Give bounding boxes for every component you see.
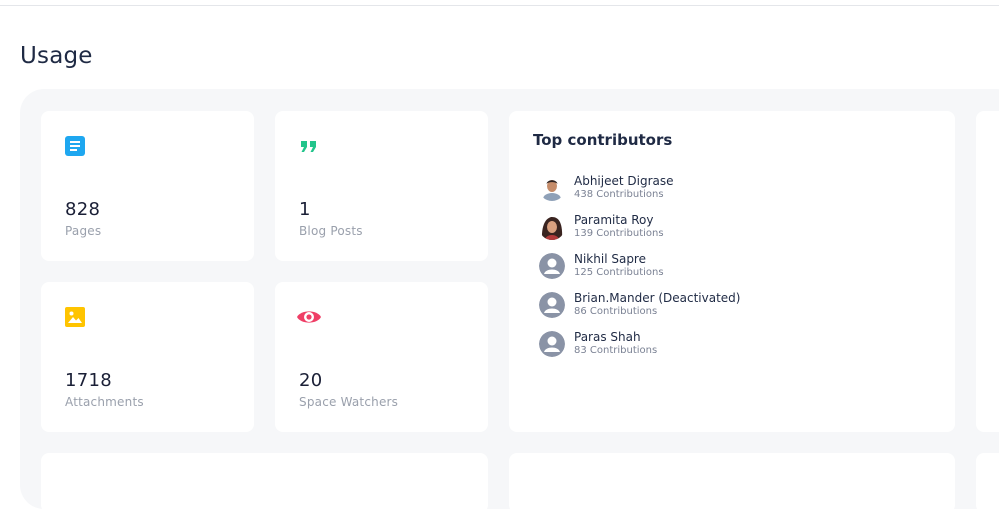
contributor-name[interactable]: Abhijeet Digrase [574, 174, 674, 188]
contributor-name[interactable]: Brian.Mander (Deactivated) [574, 291, 740, 305]
contribution-count: 125 Contributions [574, 267, 664, 278]
space-watchers-label: Space Watchers [299, 395, 399, 409]
space-watchers-count: 20 [299, 370, 323, 391]
contribution-count: 139 Contributions [574, 228, 664, 239]
avatar[interactable] [539, 214, 565, 240]
contributor-name[interactable]: Paras Shah [574, 330, 641, 344]
top-contributors-card: Top contributors Abhijeet Digrase 438 Co… [509, 111, 955, 432]
blog-posts-label: Blog Posts [299, 224, 363, 238]
contributor-name[interactable]: Nikhil Sapre [574, 252, 646, 266]
pages-stat-card[interactable]: 828 Pages [41, 111, 254, 261]
page-title: Usage [20, 43, 93, 70]
quote-icon [299, 136, 319, 156]
default-avatar-icon[interactable] [539, 253, 565, 279]
contributor-name[interactable]: Paramita Roy [574, 213, 653, 227]
attachments-count: 1718 [65, 370, 113, 391]
top-contributors-title: Top contributors [533, 131, 673, 149]
attachments-stat-card[interactable]: 1718 Attachments [41, 282, 254, 432]
pages-icon [65, 136, 85, 156]
blog-posts-stat-card[interactable]: 1 Blog Posts [275, 111, 488, 261]
partial-card-bottom-right [976, 453, 999, 513]
contribution-count: 438 Contributions [574, 189, 664, 200]
default-avatar-icon[interactable] [539, 331, 565, 357]
space-watchers-stat-card[interactable]: 20 Space Watchers [275, 282, 488, 432]
pages-label: Pages [65, 224, 102, 238]
contribution-count: 86 Contributions [574, 306, 658, 317]
pages-count: 828 [65, 199, 101, 220]
image-icon [65, 307, 85, 327]
usage-dashboard: 828 Pages 1 Blog Posts 1718 Attachments [20, 89, 999, 513]
avatar[interactable] [539, 175, 565, 201]
contribution-count: 83 Contributions [574, 345, 658, 356]
blog-posts-count: 1 [299, 199, 311, 220]
top-divider [0, 5, 999, 6]
partial-card-bottom-left [41, 453, 488, 513]
attachments-label: Attachments [65, 395, 144, 409]
default-avatar-icon[interactable] [539, 292, 565, 318]
partial-card-bottom-middle [509, 453, 955, 513]
eye-icon [296, 307, 322, 327]
partial-card-right [976, 111, 999, 432]
